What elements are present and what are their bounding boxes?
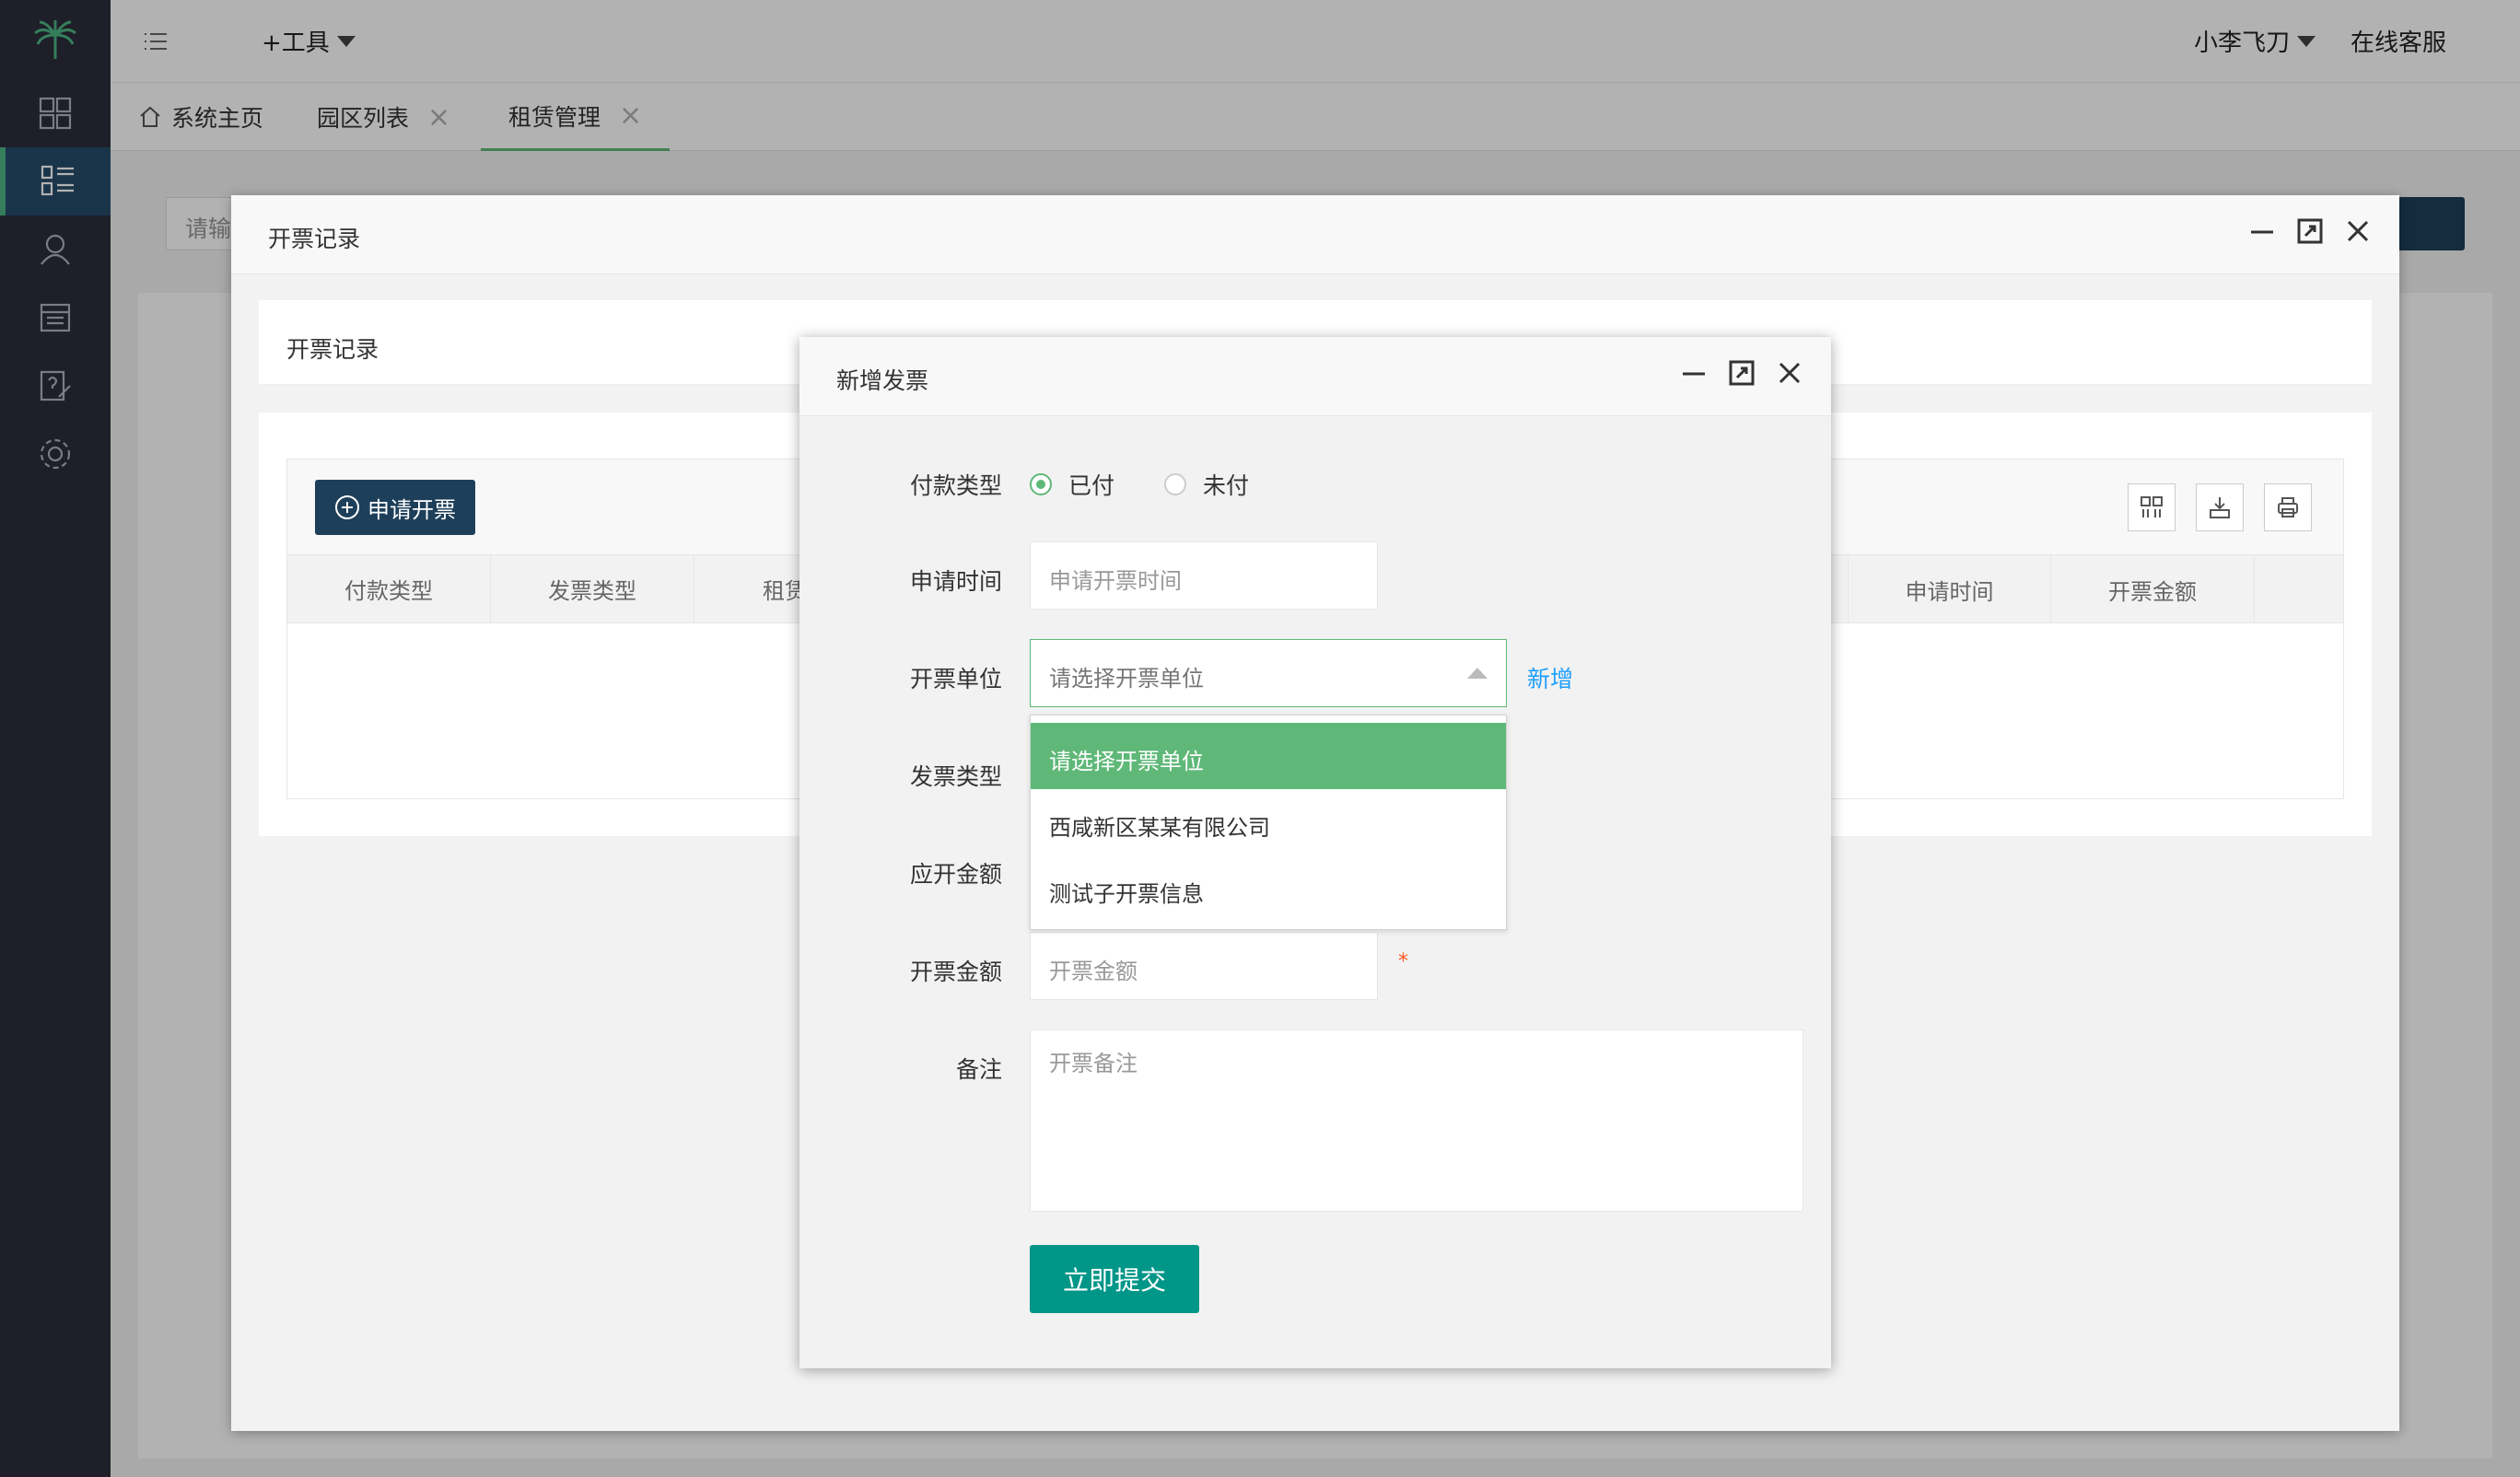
- radio-paid-label: 已付: [1068, 472, 1115, 499]
- dropdown-option[interactable]: 测试子开票信息: [1031, 855, 1506, 922]
- dropdown-option[interactable]: 请选择开票单位: [1031, 723, 1506, 789]
- radio-unpaid[interactable]: 未付: [1163, 468, 1249, 501]
- modal-title: 新增发票: [836, 367, 929, 394]
- radio-unpaid-label: 未付: [1202, 472, 1249, 499]
- radio-checked-icon: [1030, 473, 1052, 495]
- modal-title: 开票记录: [268, 226, 361, 252]
- amount-input[interactable]: 开票金额: [1030, 932, 1378, 1000]
- column-header[interactable]: 开票金额: [2051, 555, 2255, 623]
- radio-paid[interactable]: 已付: [1030, 468, 1114, 501]
- maximize-icon[interactable]: [2296, 217, 2324, 245]
- minimize-icon[interactable]: [2248, 217, 2276, 245]
- close-icon[interactable]: [2344, 217, 2372, 245]
- apply-time-input[interactable]: 申请开票时间: [1030, 541, 1378, 610]
- maximize-icon[interactable]: [1728, 359, 1756, 387]
- apply-invoice-button[interactable]: 申请开票: [315, 480, 475, 535]
- select-value: 请选择开票单位: [1049, 666, 1204, 692]
- plus-circle-icon: [335, 495, 359, 519]
- due-amount-label: 应开金额: [909, 861, 1002, 888]
- radio-unchecked-icon: [1163, 473, 1186, 495]
- required-mark: *: [1398, 950, 1408, 973]
- print-icon: [2278, 497, 2298, 518]
- invoice-form: 付款类型 已付 未付 申请时间 申请开票时间 开票单位 请选择开票单位 新增 请…: [799, 416, 1831, 1368]
- dropdown-option[interactable]: 西咸新区某某有限公司: [1031, 789, 1506, 855]
- invoice-unit-label: 开票单位: [909, 666, 1002, 692]
- modal-title-bar: 开票记录: [231, 195, 2399, 274]
- submit-button[interactable]: 立即提交: [1030, 1245, 1199, 1313]
- column-header[interactable]: 申请时间: [1848, 555, 2051, 623]
- apply-invoice-label: 申请开票: [368, 496, 456, 523]
- print-button[interactable]: [2264, 483, 2312, 531]
- column-header[interactable]: 发票类型: [491, 555, 694, 622]
- apply-time-label: 申请时间: [909, 568, 1002, 595]
- modal-title-bar: 新增发票: [799, 337, 1831, 416]
- chevron-up-icon: [1467, 668, 1488, 679]
- remark-textarea[interactable]: 开票备注: [1030, 1029, 1803, 1212]
- add-unit-link[interactable]: 新增: [1527, 661, 1573, 694]
- new-invoice-modal: 新增发票 付款类型 已付 未付 申请时间 申请开票时间 开票单位 请选择开票单位: [799, 337, 1831, 1368]
- export-button[interactable]: [2196, 483, 2244, 531]
- amount-label: 开票金额: [909, 959, 1002, 985]
- invoice-unit-dropdown: 请选择开票单位 西咸新区某某有限公司 测试子开票信息: [1030, 715, 1507, 930]
- remark-label: 备注: [955, 1056, 1002, 1083]
- export-icon: [2210, 497, 2230, 518]
- payment-type-label: 付款类型: [909, 472, 1002, 499]
- minimize-icon[interactable]: [1680, 359, 1708, 387]
- invoice-unit-select[interactable]: 请选择开票单位: [1030, 639, 1507, 707]
- column-header[interactable]: 付款类型: [287, 555, 491, 622]
- invoice-type-label: 发票类型: [909, 763, 1002, 790]
- columns-filter-button[interactable]: [2128, 483, 2176, 531]
- close-icon[interactable]: [1776, 359, 1803, 387]
- columns-icon: [2141, 496, 2163, 518]
